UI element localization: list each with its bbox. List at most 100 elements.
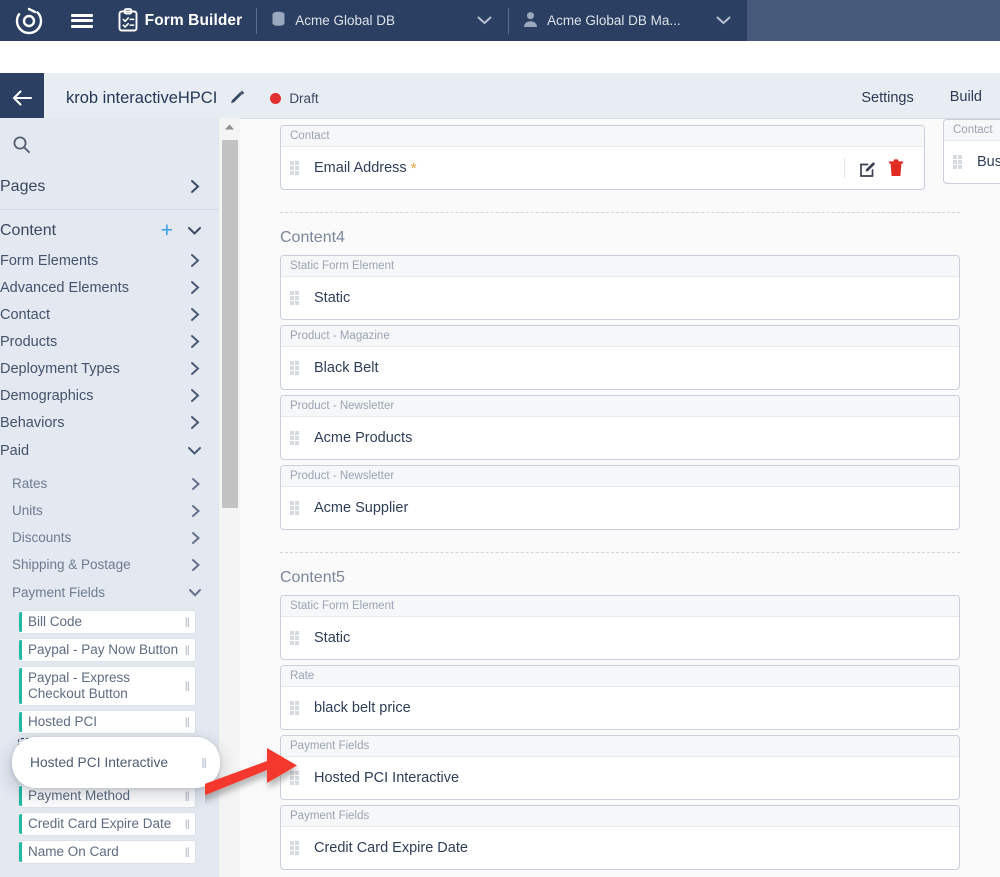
- search-input[interactable]: [0, 118, 218, 170]
- user-account-selector[interactable]: Acme Global DB Ma...: [509, 0, 747, 41]
- scroll-up-arrow-icon[interactable]: [219, 118, 240, 136]
- drag-handle-icon[interactable]: [290, 701, 302, 715]
- required-asterisk: *: [411, 160, 417, 177]
- form-builder-app: Form Builder Acme Global DB: [0, 0, 1000, 877]
- drag-handle-icon[interactable]: ‖: [185, 643, 189, 658]
- sidebar-scrollbar[interactable]: [218, 118, 240, 877]
- sidebar-divider: [0, 209, 218, 210]
- app-title: Form Builder: [145, 12, 243, 30]
- card-field-label: black belt price: [314, 700, 411, 716]
- card-field-label: Bus: [977, 154, 1000, 170]
- database-icon: [271, 11, 286, 31]
- form-card-static-1[interactable]: Static Form Element Static: [280, 255, 960, 320]
- drag-handle-icon[interactable]: ‖: [185, 715, 189, 730]
- drag-handle-icon[interactable]: ‖: [201, 755, 206, 771]
- sidebar-item-form-elements[interactable]: Form Elements: [0, 247, 218, 274]
- drag-handle-icon[interactable]: [290, 291, 302, 305]
- search-icon: [12, 135, 31, 154]
- sidebar-item-shipping-postage[interactable]: Shipping & Postage: [0, 551, 218, 578]
- sidebar-item-products[interactable]: Products: [0, 328, 218, 355]
- canvas-top-row: Contact Email Address *: [240, 119, 1000, 190]
- form-card-black-belt-price[interactable]: Rate black belt price: [280, 665, 960, 730]
- drag-handle-icon[interactable]: ‖: [185, 789, 189, 804]
- sidebar-item-deployment-types[interactable]: Deployment Types: [0, 355, 218, 382]
- hamburger-menu-icon[interactable]: [57, 11, 107, 30]
- sidebar-item-label: Payment Fields: [12, 585, 105, 600]
- database-selector[interactable]: Acme Global DB: [257, 0, 508, 41]
- dragged-field-chip-hosted-pci-interactive[interactable]: Hosted PCI Interactive ‖: [12, 737, 220, 788]
- pencil-edit-icon[interactable]: [229, 90, 245, 106]
- sidebar-item-pages[interactable]: Pages: [0, 170, 218, 203]
- sidebar-item-units[interactable]: Units: [0, 497, 218, 524]
- field-chip-credit-card-expire-date[interactable]: Credit Card Expire Date ‖: [18, 812, 196, 836]
- chevron-right-icon: [189, 307, 202, 322]
- section-title: Content5: [280, 553, 960, 595]
- drag-handle-icon[interactable]: [290, 631, 302, 645]
- sidebar-item-discounts[interactable]: Discounts: [0, 524, 218, 551]
- card-actions: [844, 158, 914, 178]
- sidebar-scrollbar-thumb[interactable]: [222, 140, 238, 508]
- form-card-business-partial[interactable]: Contact Bus: [943, 119, 1000, 184]
- sidebar-item-rates[interactable]: Rates: [0, 470, 218, 497]
- drag-handle-icon[interactable]: [290, 161, 302, 175]
- sidebar-item-advanced-elements[interactable]: Advanced Elements: [0, 274, 218, 301]
- drag-handle-icon[interactable]: ‖: [185, 679, 189, 694]
- chevron-right-icon: [190, 558, 202, 572]
- sidebar-item-demographics[interactable]: Demographics: [0, 382, 218, 409]
- form-canvas: Contact Email Address *: [240, 118, 1000, 877]
- sidebar-item-paid[interactable]: Paid: [0, 436, 218, 465]
- back-button[interactable]: [0, 73, 44, 123]
- drag-handle-icon[interactable]: [290, 771, 302, 785]
- subheader-tabs: Settings Build: [843, 73, 1000, 123]
- chevron-right-icon: [190, 504, 202, 518]
- field-chip-name-on-card[interactable]: Name On Card ‖: [18, 840, 196, 864]
- drag-handle-icon[interactable]: ‖: [185, 817, 189, 832]
- drag-handle-icon[interactable]: [290, 501, 302, 515]
- form-card-credit-card-expire-date[interactable]: Payment Fields Credit Card Expire Date: [280, 805, 960, 870]
- field-chip-paypal-pay-now-button[interactable]: Paypal - Pay Now Button ‖: [18, 638, 196, 662]
- form-title: krob interactiveHPCI: [66, 89, 217, 108]
- section-content5: Content5 Static Form Element Static Rate…: [240, 553, 1000, 870]
- form-card-black-belt[interactable]: Product - Magazine Black Belt: [280, 325, 960, 390]
- drag-handle-icon[interactable]: ‖: [185, 845, 189, 860]
- chevron-down-icon[interactable]: [696, 16, 747, 25]
- form-card-acme-supplier[interactable]: Product - Newsletter Acme Supplier: [280, 465, 960, 530]
- field-chip-bill-code[interactable]: Bill Code ‖: [18, 610, 196, 634]
- chevron-down-icon: [188, 588, 202, 598]
- card-type-label: Static Form Element: [281, 596, 959, 617]
- tab-settings[interactable]: Settings: [843, 73, 931, 123]
- drag-handle-icon[interactable]: [953, 155, 965, 169]
- sidebar-item-contact[interactable]: Contact: [0, 301, 218, 328]
- section-content4: Content4 Static Form Element Static Prod…: [240, 213, 1000, 530]
- sidebar-item-label: Form Elements: [0, 253, 98, 269]
- field-chip-paypal-express-checkout-button[interactable]: Paypal - Express Checkout Button ‖: [18, 666, 196, 706]
- chip-label: Hosted PCI: [28, 714, 179, 730]
- form-card-email-address[interactable]: Contact Email Address *: [280, 125, 925, 190]
- circular-logo-icon[interactable]: [0, 6, 57, 36]
- chevron-right-icon: [189, 253, 202, 268]
- field-chip-hosted-pci[interactable]: Hosted PCI ‖: [18, 710, 196, 734]
- drag-handle-icon[interactable]: ‖: [185, 615, 189, 630]
- sidebar-item-label: Units: [12, 503, 43, 518]
- status-label: Draft: [289, 91, 318, 106]
- sidebar-item-content[interactable]: Content +: [0, 214, 218, 247]
- chevron-right-icon: [189, 388, 202, 403]
- edit-square-icon[interactable]: [859, 159, 878, 178]
- card-field-label: Email Address: [314, 160, 407, 176]
- form-card-hosted-pci-interactive[interactable]: Payment Fields Hosted PCI Interactive: [280, 735, 960, 800]
- form-card-acme-products[interactable]: Product - Newsletter Acme Products: [280, 395, 960, 460]
- sidebar-item-payment-fields[interactable]: Payment Fields: [0, 578, 218, 607]
- chip-label: Paypal - Express Checkout Button: [28, 670, 179, 702]
- sidebar-item-behaviors[interactable]: Behaviors: [0, 409, 218, 436]
- chevron-right-icon: [189, 179, 202, 194]
- drag-handle-icon[interactable]: [290, 431, 302, 445]
- sidebar-item-label: Rates: [12, 476, 47, 491]
- chevron-down-icon[interactable]: [457, 16, 508, 25]
- plus-icon[interactable]: +: [161, 220, 187, 241]
- form-card-static-2[interactable]: Static Form Element Static: [280, 595, 960, 660]
- trash-icon[interactable]: [888, 159, 904, 178]
- drag-handle-icon[interactable]: [290, 841, 302, 855]
- tab-build[interactable]: Build: [932, 73, 1000, 123]
- user-account-name: Acme Global DB Ma...: [547, 13, 681, 28]
- drag-handle-icon[interactable]: [290, 361, 302, 375]
